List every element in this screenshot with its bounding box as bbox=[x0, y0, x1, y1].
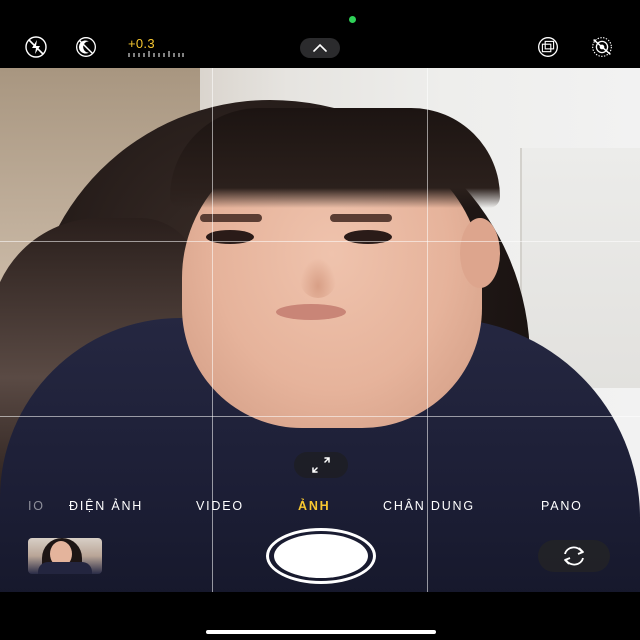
grid-line bbox=[0, 241, 640, 242]
subject-nose bbox=[300, 258, 336, 298]
subject-fringe bbox=[170, 108, 500, 208]
home-indicator[interactable] bbox=[206, 630, 436, 634]
grid-line bbox=[0, 416, 640, 417]
mode-selector: IO ĐIỆN ẢNH VIDEO ẢNH CHÂN DUNG PANO bbox=[0, 499, 640, 519]
mode-pano[interactable]: PANO bbox=[541, 499, 583, 513]
exposure-control[interactable]: +0.3 bbox=[126, 36, 188, 57]
camera-in-use-indicator bbox=[349, 16, 356, 23]
flip-camera-button[interactable] bbox=[538, 540, 610, 572]
flip-camera-icon bbox=[564, 546, 584, 566]
flash-off-icon bbox=[25, 36, 47, 58]
live-off-icon bbox=[592, 37, 612, 57]
chevron-up-icon bbox=[313, 44, 327, 52]
subject-lips bbox=[276, 304, 346, 320]
exposure-value: +0.3 bbox=[128, 36, 155, 51]
show-controls-button[interactable] bbox=[300, 38, 340, 58]
thumbnail-shirt bbox=[38, 562, 92, 574]
shutter-core bbox=[274, 534, 368, 578]
live-photo-off-icon bbox=[76, 37, 96, 57]
live-photo-button[interactable] bbox=[588, 36, 616, 58]
flash-button[interactable] bbox=[22, 36, 50, 58]
subject-ear bbox=[460, 218, 500, 288]
framing-toggle-button[interactable] bbox=[294, 452, 348, 478]
subject-right-brow bbox=[330, 214, 392, 222]
aspect-button[interactable] bbox=[534, 36, 562, 58]
mode-photo[interactable]: ẢNH bbox=[298, 499, 330, 513]
top-toolbar: +0.3 bbox=[0, 0, 640, 68]
last-photo-thumbnail[interactable] bbox=[28, 538, 102, 574]
expand-arrows-icon bbox=[312, 457, 330, 473]
exposure-scale bbox=[128, 51, 184, 57]
mode-video[interactable]: VIDEO bbox=[196, 499, 244, 513]
shutter-button[interactable] bbox=[266, 528, 376, 584]
subject-left-brow bbox=[200, 214, 262, 222]
stack-layers-icon bbox=[538, 37, 558, 57]
mode-slo-mo[interactable]: IO bbox=[28, 499, 45, 513]
mode-portrait[interactable]: CHÂN DUNG bbox=[383, 499, 475, 513]
night-mode-button[interactable] bbox=[72, 36, 100, 58]
mode-cinematic[interactable]: ĐIỆN ẢNH bbox=[69, 499, 143, 513]
